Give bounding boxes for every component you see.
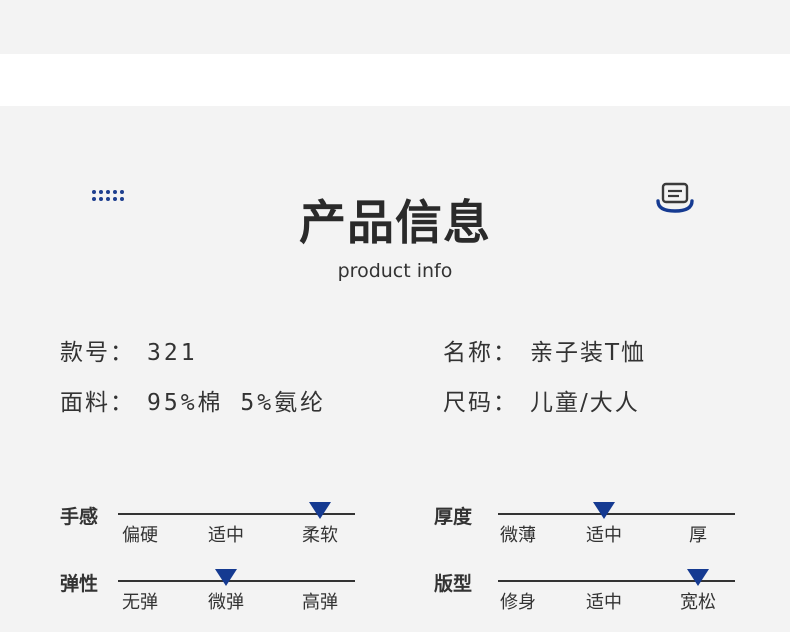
rating-option: 无弹 bbox=[122, 592, 158, 613]
rating-marker bbox=[593, 502, 615, 519]
rating-label: 弹性 bbox=[60, 573, 99, 595]
spec-size-label: 尺码： bbox=[443, 390, 518, 416]
rating-option: 微弹 bbox=[208, 592, 244, 613]
rating-option: 适中 bbox=[586, 525, 622, 546]
rating-option: 高弹 bbox=[302, 592, 338, 613]
spec-name: 名称： 亲子装T恤 bbox=[443, 333, 646, 367]
spec-name-label: 名称： bbox=[443, 340, 518, 366]
spec-model: 款号： 321 bbox=[60, 333, 198, 367]
rating-option: 修身 bbox=[500, 592, 536, 613]
rating-label: 版型 bbox=[434, 573, 473, 595]
top-strip bbox=[0, 0, 790, 54]
spec-model-label: 款号： bbox=[60, 340, 135, 366]
rating-option: 适中 bbox=[586, 592, 622, 613]
spec-fabric-value: 95%棉 5%氨纶 bbox=[147, 390, 327, 416]
rating-marker bbox=[309, 502, 331, 519]
rating-label: 手感 bbox=[60, 506, 99, 528]
white-strip bbox=[0, 54, 790, 106]
spec-size: 尺码： 儿童/大人 bbox=[443, 383, 640, 417]
message-box-icon bbox=[656, 182, 694, 213]
page-subtitle: product info bbox=[337, 260, 453, 282]
rating-marker bbox=[215, 569, 237, 586]
spec-fabric: 面料： 95%棉 5%氨纶 bbox=[60, 383, 326, 417]
rating-label: 厚度 bbox=[434, 506, 473, 528]
rating-marker bbox=[687, 569, 709, 586]
rating-scale-line bbox=[498, 513, 735, 515]
rating-option: 厚 bbox=[689, 525, 707, 546]
spec-name-value: 亲子装T恤 bbox=[530, 340, 647, 366]
rating-option: 适中 bbox=[208, 525, 244, 546]
spec-model-value: 321 bbox=[147, 340, 198, 366]
rating-option: 偏硬 bbox=[122, 525, 158, 546]
spec-size-value: 儿童/大人 bbox=[530, 390, 640, 416]
rating-option: 微薄 bbox=[500, 525, 536, 546]
rating-option: 柔软 bbox=[302, 525, 338, 546]
spec-fabric-label: 面料： bbox=[60, 390, 135, 416]
rating-option: 宽松 bbox=[680, 592, 716, 613]
